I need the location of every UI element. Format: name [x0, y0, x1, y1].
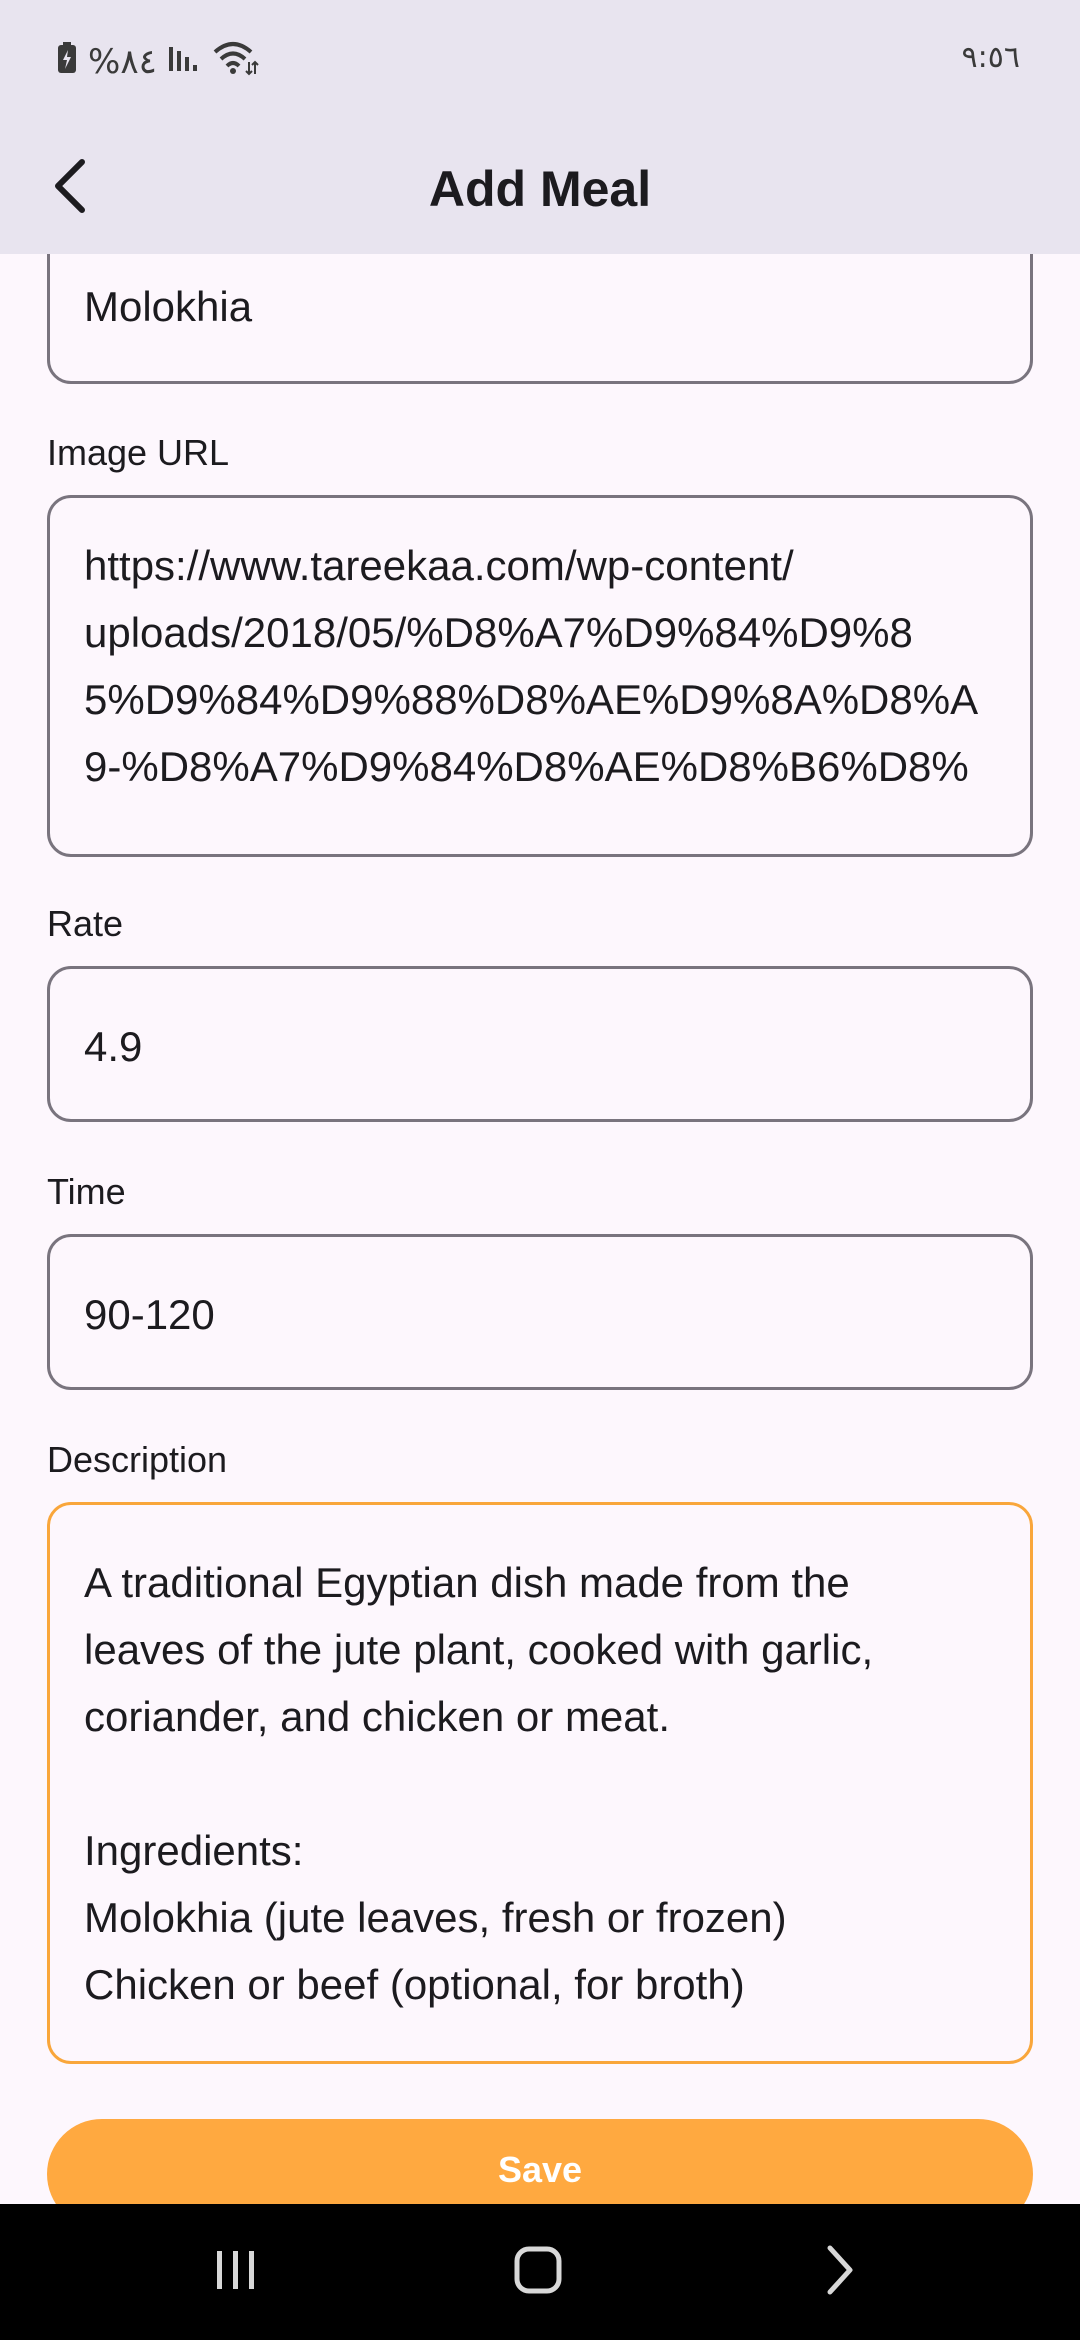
description-value: A traditional Egyptian dish made from th… [84, 1559, 874, 2008]
description-label: Description [47, 1439, 228, 1480]
rate-label: Rate [47, 903, 124, 944]
system-nav-bar [0, 2204, 1080, 2340]
wifi-icon [211, 40, 259, 85]
recent-apps-button[interactable] [186, 2224, 286, 2320]
page-title: Add Meal [428, 161, 652, 217]
meal-form: Molokhia Image URL https://www.tareekaa.… [0, 254, 1080, 2204]
save-button[interactable]: Save [47, 2119, 1033, 2204]
signal-icon [167, 42, 201, 82]
back-button[interactable] [28, 146, 112, 230]
chevron-left-icon [48, 156, 92, 221]
rate-value: 4.9 [84, 1023, 143, 1070]
image-url-label: Image URL [47, 432, 230, 473]
description-field[interactable]: A traditional Egyptian dish made from th… [47, 1502, 1033, 2064]
time-value: 90-120 [84, 1291, 215, 1338]
name-field-value: Molokhia [84, 283, 253, 330]
status-time: ٩:٥٦ [961, 40, 1020, 75]
name-field[interactable]: Molokhia [47, 254, 1033, 384]
back-icon [820, 2242, 860, 2303]
status-indicators: %٨٤ [56, 38, 259, 86]
time-field[interactable]: 90-120 [47, 1234, 1033, 1390]
image-url-value: https://www.tareekaa.com/wp-content/ upl… [84, 542, 979, 790]
home-button[interactable] [488, 2224, 588, 2320]
image-url-field[interactable]: https://www.tareekaa.com/wp-content/ upl… [47, 495, 1033, 857]
battery-percent: %٨٤ [88, 42, 157, 82]
nav-back-button[interactable] [790, 2224, 890, 2320]
rate-field[interactable]: 4.9 [47, 966, 1033, 1122]
app-bar: Add Meal [0, 124, 1080, 254]
home-icon [512, 2244, 564, 2301]
status-bar: %٨٤ ٩:٥٦ [0, 0, 1080, 124]
time-label: Time [47, 1171, 126, 1212]
battery-charging-icon [56, 41, 78, 84]
recent-apps-icon [211, 2245, 261, 2300]
